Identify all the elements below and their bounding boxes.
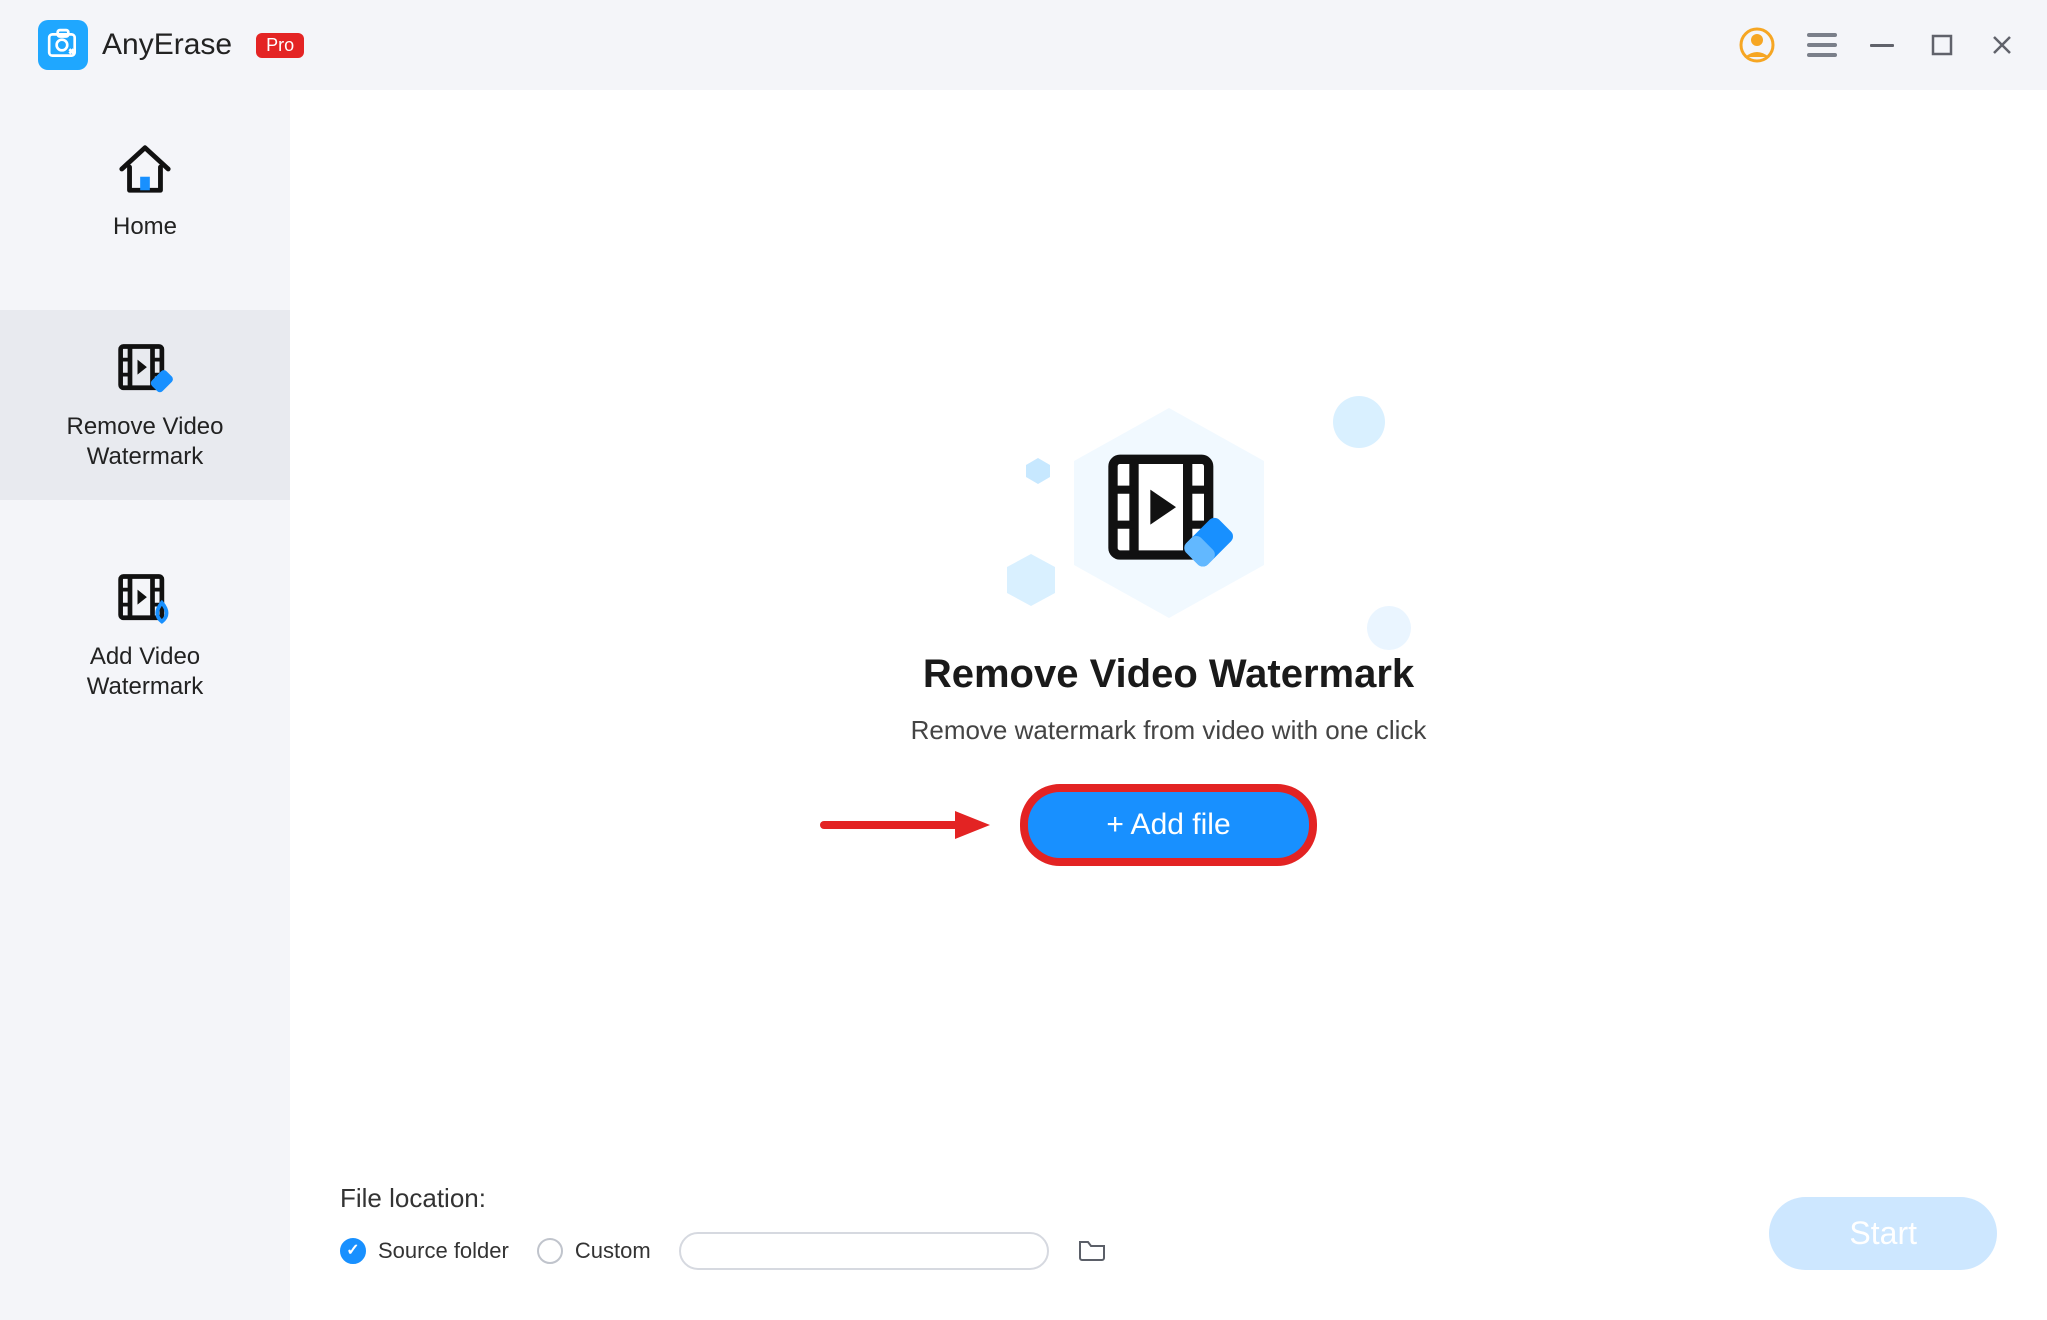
annotation-arrow [820,816,990,834]
hero-title: Remove Video Watermark [923,652,1414,697]
app-window: AnyErase Pro [0,0,2047,1320]
film-drop-icon [112,566,178,632]
radio-label: Custom [575,1238,651,1264]
add-file-label: + Add file [1106,808,1230,842]
custom-path-input[interactable] [679,1232,1049,1270]
app-name: AnyErase [102,28,232,62]
sidebar: Home Remove [0,90,290,1320]
add-file-button[interactable]: + Add file [1028,792,1308,858]
maximize-button[interactable] [1927,30,1957,60]
sidebar-item-label: Remove Video Watermark [67,412,224,472]
file-location-label: File location: [340,1183,1107,1214]
account-icon[interactable] [1737,25,1777,65]
hex-decoration [1023,456,1053,486]
start-button[interactable]: Start [1769,1197,1997,1270]
home-icon [112,136,178,202]
hero-illustration [1039,398,1299,628]
browse-folder-icon[interactable] [1077,1236,1107,1267]
film-erase-icon [112,336,178,402]
sidebar-item-remove-watermark[interactable]: Remove Video Watermark [0,310,290,500]
sidebar-item-label: Home [113,212,177,242]
circle-decoration [1363,602,1415,654]
close-button[interactable] [1987,30,2017,60]
pro-badge: Pro [256,33,304,58]
menu-icon[interactable] [1807,30,1837,60]
minimize-button[interactable] [1867,30,1897,60]
radio-source-folder[interactable]: Source folder [340,1238,509,1264]
circle-decoration [1329,392,1389,452]
sidebar-item-add-watermark[interactable]: Add Video Watermark [0,540,290,730]
app-logo-icon [38,20,88,70]
hex-decoration [1001,550,1061,610]
titlebar: AnyErase Pro [0,0,2047,90]
hero: Remove Video Watermark Remove watermark … [340,100,1997,1163]
radio-label: Source folder [378,1238,509,1264]
start-label: Start [1849,1215,1917,1251]
sidebar-item-label: Add Video Watermark [87,642,203,702]
radio-custom[interactable]: Custom [537,1238,651,1264]
main-panel: Remove Video Watermark Remove watermark … [290,90,2047,1320]
footer-bar: File location: Source folder Custom [340,1163,1997,1270]
brand: AnyErase Pro [38,20,304,70]
annotation-highlight: + Add file [1020,784,1316,866]
film-erase-large-icon [1099,443,1239,583]
sidebar-item-home[interactable]: Home [0,110,290,270]
hero-subtitle: Remove watermark from video with one cli… [911,715,1427,746]
titlebar-controls [1737,25,2017,65]
radio-dot-icon [340,1238,366,1264]
radio-dot-icon [537,1238,563,1264]
